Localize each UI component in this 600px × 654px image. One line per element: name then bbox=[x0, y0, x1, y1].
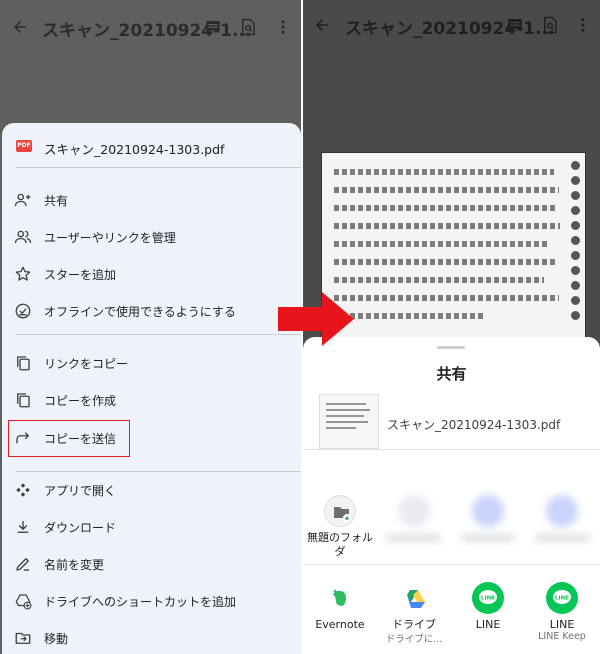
file-thumbnail bbox=[319, 394, 379, 449]
back-arrow-icon[interactable] bbox=[313, 16, 331, 34]
menu-item-add-star[interactable]: スターを追加 bbox=[2, 256, 301, 292]
app-sublabel: LINE Keep bbox=[538, 631, 586, 642]
app-label: 無題のフォルダ bbox=[307, 531, 373, 558]
add-shortcut-icon bbox=[15, 594, 32, 610]
menu-item-label: ドライブへのショートカットを追加 bbox=[44, 595, 237, 609]
menu-divider bbox=[16, 334, 301, 335]
pdf-icon: PDF bbox=[16, 140, 32, 152]
comment-icon[interactable] bbox=[204, 18, 222, 36]
menu-item-label: オフラインで使用できるようにする bbox=[44, 305, 236, 319]
share-divider bbox=[303, 564, 600, 565]
menu-item-make-copy[interactable]: コピーを作成 bbox=[2, 382, 301, 418]
menu-item-label: コピーを作成 bbox=[44, 394, 117, 408]
more-vert-icon[interactable] bbox=[276, 18, 290, 36]
folder-icon bbox=[324, 495, 356, 527]
menu-item-rename[interactable]: 名前を変更 bbox=[2, 546, 301, 582]
app-label: LINE bbox=[549, 618, 575, 631]
bottom-sheet-menu: PDF スキャン_20210924-1303.pdf 共有 ユーザーやリンクを管… bbox=[2, 123, 301, 654]
app-label: Evernote bbox=[315, 618, 365, 631]
line-icon: LINE bbox=[472, 582, 504, 614]
find-in-page-icon[interactable] bbox=[541, 16, 559, 34]
download-icon bbox=[17, 521, 29, 533]
open-with-icon bbox=[16, 483, 30, 497]
highlight-send-copy bbox=[8, 420, 130, 457]
menu-item-open-with[interactable]: アプリで開く bbox=[2, 472, 301, 508]
menu-item-label: 共有 bbox=[44, 194, 69, 208]
menu-item-label: スターを追加 bbox=[44, 268, 117, 282]
app-label: LINE bbox=[475, 618, 501, 631]
drive-icon bbox=[398, 582, 430, 614]
menu-item-add-shortcut[interactable]: ドライブへのショートカットを追加 bbox=[2, 583, 301, 619]
app-sublabel: ドライブに... bbox=[385, 634, 443, 645]
svg-text:LINE: LINE bbox=[555, 596, 569, 602]
left-app-bar: スキャン_20210924-1... bbox=[0, 0, 301, 52]
share-title: 共有 bbox=[436, 365, 467, 383]
file-name: スキャン_20210924-1303.pdf bbox=[44, 142, 225, 157]
drag-handle[interactable] bbox=[437, 346, 465, 349]
menu-divider bbox=[16, 167, 301, 168]
menu-item-manage-users[interactable]: ユーザーやリンクを管理 bbox=[2, 219, 301, 255]
evernote-icon bbox=[324, 582, 356, 614]
menu-item-label: 名前を変更 bbox=[44, 558, 105, 572]
person-add-icon bbox=[14, 193, 31, 207]
back-arrow-icon[interactable] bbox=[11, 18, 29, 36]
share-sheet: 共有 スキャン_20210924-1303.pdf 無題のフォルダ Everno… bbox=[303, 337, 600, 654]
menu-item-label: リンクをコピー bbox=[44, 357, 129, 371]
menu-item-label: ユーザーやリンクを管理 bbox=[44, 231, 176, 245]
menu-item-share[interactable]: 共有 bbox=[2, 182, 301, 218]
menu-item-label: アプリで開く bbox=[44, 484, 117, 498]
menu-item-copy-link[interactable]: リンクをコピー bbox=[2, 345, 301, 381]
menu-item-download[interactable]: ダウンロード bbox=[2, 509, 301, 545]
star-icon bbox=[15, 266, 31, 281]
menu-item-label: 移動 bbox=[44, 632, 69, 646]
copy-link-icon bbox=[17, 356, 30, 371]
transition-arrow-icon bbox=[278, 292, 354, 346]
more-vert-icon[interactable] bbox=[576, 16, 590, 34]
share-file-name: スキャン_20210924-1303.pdf bbox=[387, 418, 561, 432]
offline-icon bbox=[15, 303, 31, 319]
people-icon bbox=[14, 230, 32, 244]
scanned-document-preview bbox=[321, 152, 586, 342]
comment-icon[interactable] bbox=[506, 16, 524, 34]
share-divider bbox=[303, 449, 600, 450]
move-icon bbox=[15, 632, 31, 644]
left-screenshot: スキャン_20210924-1... PDF スキャン_20210924-130… bbox=[0, 0, 301, 654]
app-label: ドライブ bbox=[392, 618, 436, 631]
menu-item-offline[interactable]: オフラインで使用できるようにする bbox=[2, 293, 301, 329]
find-in-page-icon[interactable] bbox=[239, 18, 257, 36]
menu-item-move[interactable]: 移動 bbox=[2, 620, 301, 654]
svg-text:LINE: LINE bbox=[481, 596, 495, 602]
menu-item-label: ダウンロード bbox=[44, 521, 117, 535]
line-keep-icon: LINE bbox=[546, 582, 578, 614]
copy-icon bbox=[17, 393, 30, 408]
edit-icon bbox=[16, 558, 29, 571]
